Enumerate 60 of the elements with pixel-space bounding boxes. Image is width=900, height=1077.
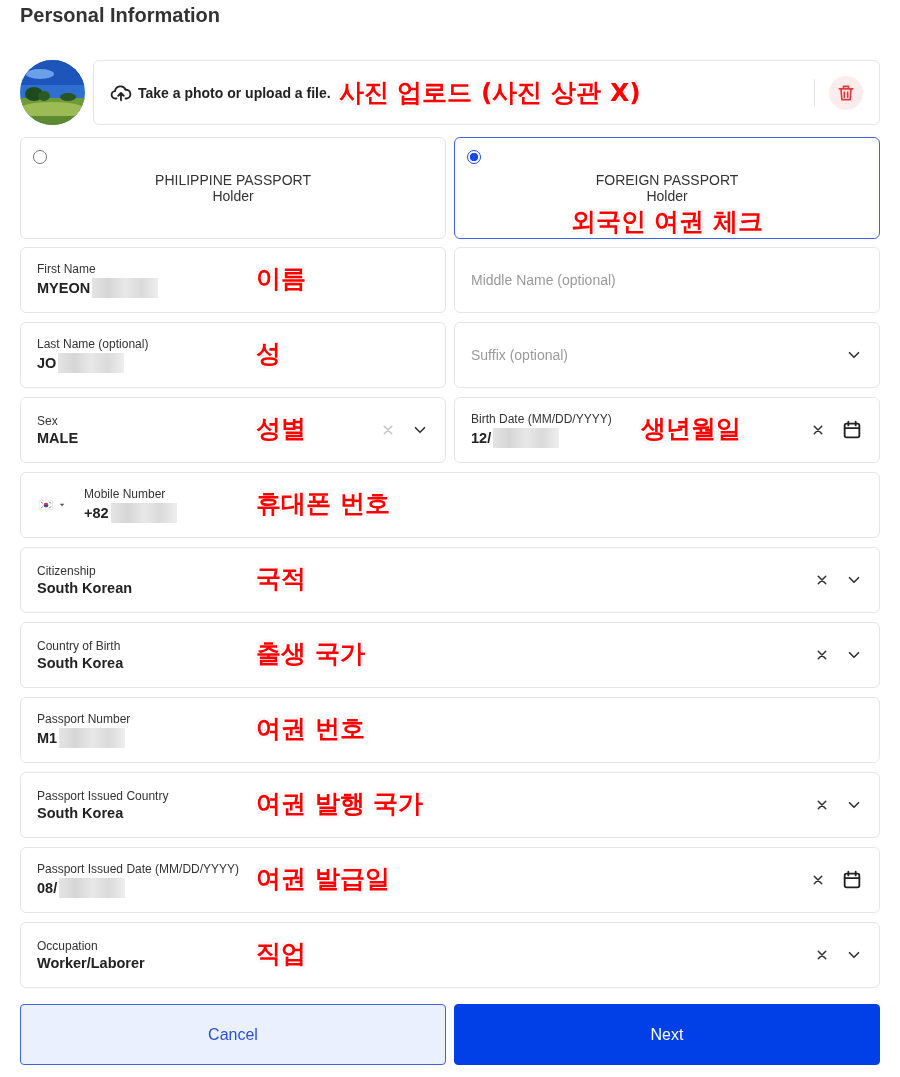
caret-icon (58, 501, 66, 509)
annotation-text: 여권 발행 국가 (256, 788, 424, 820)
phone-field[interactable]: Mobile Number +82 휴대폰 번호 (20, 472, 880, 538)
field-value: Worker/Laborer (37, 955, 145, 971)
field-label: Citizenship (37, 564, 97, 578)
field-label: Mobile Number (84, 487, 167, 501)
field-value: 12/ (471, 430, 492, 446)
field-label: First Name (37, 262, 97, 276)
calendar-icon[interactable] (841, 869, 863, 891)
cancel-button[interactable]: Cancel (20, 1004, 446, 1065)
annotation-text: 여권 번호 (256, 713, 365, 745)
field-value: South Korean (37, 580, 133, 596)
dropdown-field[interactable]: Country of Birth South Korea 출생 국가 (20, 622, 880, 688)
annotation-text: 여권 발급일 (256, 863, 390, 895)
dropdown-field[interactable]: Sex MALE 성별 (20, 397, 446, 463)
field-value: +82 (84, 505, 109, 521)
field-label: Passport Number (37, 712, 131, 726)
field-label: Last Name (optional) (37, 337, 149, 351)
annotation-text: 사진 업로드 (사진 상관 X) (338, 77, 641, 109)
field-label: Occupation (37, 939, 99, 953)
field-label: Passport Issued Date (MM/DD/YYYY) (37, 862, 240, 876)
field-value: M1 (37, 730, 58, 746)
annotation-text: 외국인 여권 체크 (569, 206, 765, 238)
field-value: South Korea (37, 805, 124, 821)
field-value: JO (37, 355, 57, 371)
delete-button[interactable] (829, 75, 863, 110)
field-label: Birth Date (MM/DD/YYYY) (471, 412, 612, 426)
annotation-text: 생년월일 (641, 413, 741, 445)
dropdown-field[interactable]: Citizenship South Korean 국적 (20, 547, 880, 613)
passport-option[interactable]: FOREIGN PASSPORT Holder 외국인 여권 체크 (454, 137, 880, 239)
dropdown-field[interactable]: Passport Issued Country South Korea 여권 발행 국가 (20, 772, 880, 838)
field-value: MYEON (37, 280, 91, 296)
field-label: Passport Issued Country (37, 789, 169, 803)
date-field[interactable]: Passport Issued Date (MM/DD/YYYY) 08/ 여권 발급일 (20, 847, 880, 913)
upload-area[interactable]: Take a photo or upload a file. 사진 업로드 (사진 상관 X) (93, 60, 880, 125)
date-field[interactable]: Birth Date (MM/DD/YYYY) 12/ 생년월일 (454, 397, 880, 463)
radio-icon (467, 150, 481, 164)
annotation-text: 휴대폰 번호 (256, 488, 390, 520)
page-title: Personal Information (20, 3, 222, 28)
annotation-text: 이름 (256, 263, 306, 295)
annotation-text: 직업 (256, 938, 306, 970)
field-value: 08/ (37, 880, 58, 896)
calendar-icon[interactable] (841, 419, 863, 441)
annotation-text: 성 (256, 338, 281, 370)
input-field[interactable]: Passport Number M1 여권 번호 (20, 697, 880, 763)
input-field[interactable]: Last Name (optional) JO 성 (20, 322, 446, 388)
annotation-text: 출생 국가 (256, 638, 365, 670)
field-value: South Korea (37, 655, 124, 671)
input-field[interactable]: First Name MYEON 이름 (20, 247, 446, 313)
passport-option[interactable]: PHILIPPINE PASSPORT Holder (20, 137, 446, 239)
upload-prompt: Take a photo or upload a file. (138, 84, 331, 101)
next-button[interactable]: Next (454, 1004, 880, 1065)
country-picker[interactable] (37, 498, 66, 512)
annotation-text: 국적 (256, 563, 306, 595)
annotation-text: 성별 (256, 413, 306, 445)
field-value: MALE (37, 430, 79, 446)
field-label: Sex (37, 414, 59, 428)
field-label: Country of Birth (37, 639, 122, 653)
dropdown-field[interactable]: Occupation Worker/Laborer 직업 (20, 922, 880, 988)
flag-icon (37, 498, 55, 512)
